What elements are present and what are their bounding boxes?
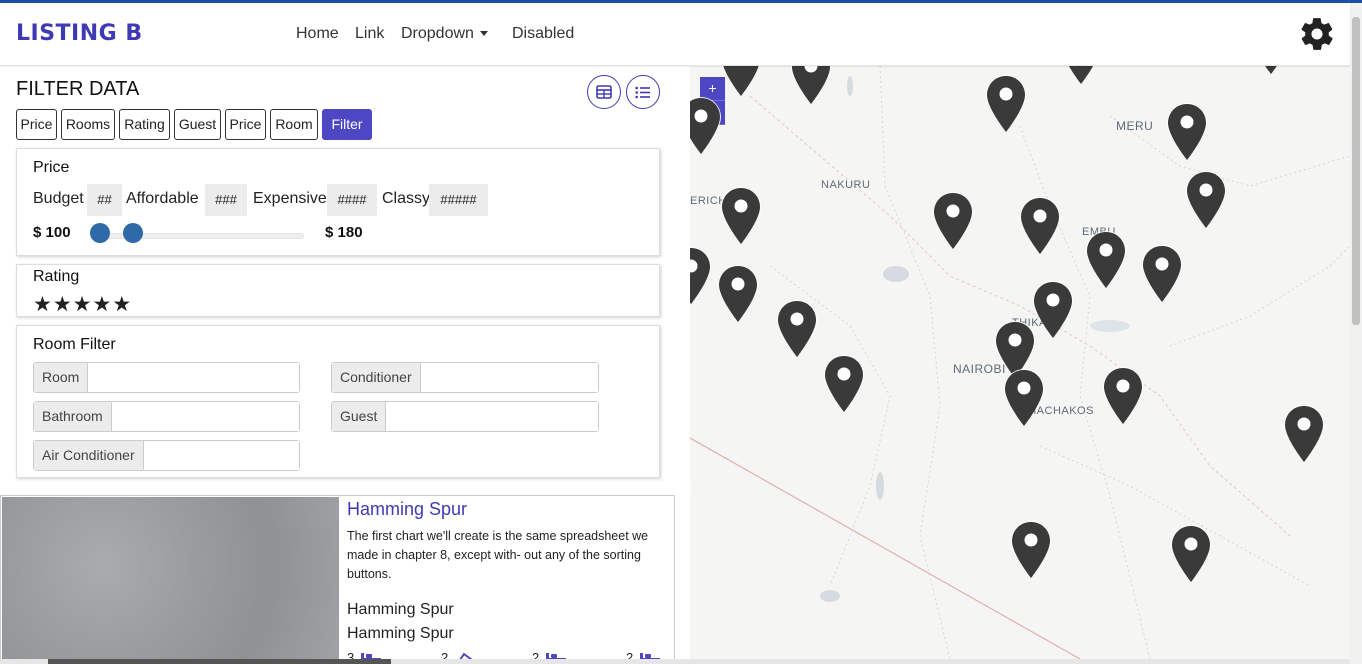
air-conditioner-input[interactable]	[143, 441, 299, 470]
bathroom-field-label: Bathroom	[34, 402, 112, 431]
air-conditioner-field: Air Conditioner	[33, 440, 300, 471]
guest-field: Guest	[331, 401, 599, 432]
nav-dropdown-label: Dropdown	[401, 25, 474, 42]
tab-rooms[interactable]: Rooms	[61, 109, 115, 140]
map-marker-icon[interactable]	[1185, 170, 1227, 230]
map-marker-icon[interactable]	[1102, 366, 1144, 426]
budget-label: Budget	[33, 190, 84, 207]
guest-input[interactable]	[386, 402, 598, 431]
room-filter-card: Room Filter Room Conditioner Bathroom Gu…	[16, 325, 660, 478]
conditioner-input[interactable]	[420, 363, 598, 392]
tab-rating[interactable]: Rating	[119, 109, 170, 140]
nav-dropdown[interactable]: Dropdown	[401, 25, 488, 43]
map-marker-icon[interactable]	[717, 264, 759, 324]
map-marker-icon[interactable]	[690, 96, 722, 156]
vertical-scrollbar[interactable]	[1350, 3, 1362, 664]
map-marker-icon[interactable]	[1019, 196, 1061, 256]
price-card-title: Price	[33, 159, 70, 176]
map-marker-icon[interactable]	[1060, 66, 1102, 86]
listing-card[interactable]: Hamming Spur The first chart we'll creat…	[0, 495, 675, 664]
star-icon[interactable]: ★	[112, 294, 131, 315]
list-icon	[635, 86, 650, 98]
nav-home[interactable]: Home	[296, 25, 339, 43]
expensive-code[interactable]: ####	[327, 184, 377, 216]
tab-guest[interactable]: Guest	[174, 109, 221, 140]
scrollbar-thumb[interactable]	[48, 659, 391, 664]
star-icon[interactable]: ★	[53, 294, 72, 315]
list-view-button[interactable]	[626, 75, 660, 109]
budget-code[interactable]: ##	[87, 184, 122, 216]
room-field-label: Room	[34, 363, 89, 392]
conditioner-field: Conditioner	[331, 362, 599, 393]
tab-filter[interactable]: Filter	[322, 109, 372, 140]
map-marker-icon[interactable]	[932, 191, 974, 251]
min-price: $ 100	[33, 224, 71, 241]
price-card: Price Budget ## Affordable ### Expensive…	[16, 148, 660, 256]
air-conditioner-field-label: Air Conditioner	[34, 441, 144, 470]
affordable-label: Affordable	[126, 190, 199, 207]
scrollbar-thumb[interactable]	[1352, 17, 1360, 325]
caret-down-icon	[479, 31, 488, 37]
map-marker-icon[interactable]	[720, 186, 762, 246]
min-price-handle[interactable]	[90, 223, 110, 243]
map-marker-icon[interactable]	[823, 354, 865, 414]
map-marker-icon[interactable]	[720, 66, 762, 98]
grid-view-button[interactable]	[587, 75, 621, 109]
tab-room[interactable]: Room	[270, 109, 318, 140]
map-marker-icon[interactable]	[1003, 368, 1045, 428]
listing-line-1: Hamming Spur	[347, 601, 454, 618]
star-icon[interactable]: ★	[33, 294, 52, 315]
gear-icon[interactable]	[1298, 15, 1336, 53]
map-marker-icon[interactable]	[690, 466, 692, 526]
map-marker-icon[interactable]	[1170, 524, 1212, 584]
map-marker-icon[interactable]	[1283, 404, 1325, 464]
room-field: Room	[33, 362, 300, 393]
brand-logo[interactable]: LISTING B	[16, 21, 143, 46]
filter-panel: FILTER DATA Price Rooms Rating Guest Pri…	[0, 66, 690, 664]
navbar: LISTING B Home Link Dropdown Disabled	[0, 3, 1350, 66]
map-marker-icon[interactable]	[790, 66, 832, 106]
map-marker-icon[interactable]	[1141, 244, 1183, 304]
map-marker-icon[interactable]	[690, 246, 712, 306]
conditioner-field-label: Conditioner	[332, 363, 421, 392]
star-icon[interactable]: ★	[92, 294, 111, 315]
affordable-code[interactable]: ###	[205, 184, 247, 216]
bathroom-field: Bathroom	[33, 401, 300, 432]
nav-disabled: Disabled	[512, 25, 575, 42]
rating-card: Rating ★ ★ ★ ★ ★	[16, 264, 660, 317]
map-view[interactable]: MERU NAKURU ERICHO EMBU THIKA NAIROBI MA…	[690, 66, 1350, 659]
bathroom-input[interactable]	[111, 402, 299, 431]
room-input[interactable]	[88, 363, 299, 392]
room-filter-title: Room Filter	[33, 336, 116, 353]
horizontal-scrollbar[interactable]	[0, 659, 1350, 664]
max-price-handle[interactable]	[123, 223, 143, 243]
filter-title: FILTER DATA	[16, 78, 140, 100]
expensive-label: Expensive	[253, 190, 327, 207]
map-marker-icon[interactable]	[1010, 520, 1052, 580]
tab-price-2[interactable]: Price	[225, 109, 266, 140]
max-price: $ 180	[325, 224, 363, 241]
listing-line-2: Hamming Spur	[347, 625, 454, 642]
map-label-meru: MERU	[1116, 119, 1154, 133]
star-icon[interactable]: ★	[73, 294, 92, 315]
rating-stars[interactable]: ★ ★ ★ ★ ★	[33, 294, 132, 315]
map-marker-icon[interactable]	[985, 74, 1027, 134]
map-marker-icon[interactable]	[1250, 66, 1292, 76]
map-marker-icon[interactable]	[1085, 230, 1127, 290]
listing-description: The first chart we'll create is the same…	[347, 529, 649, 581]
classy-code[interactable]: #####	[429, 184, 488, 216]
guest-field-label: Guest	[332, 402, 387, 431]
classy-label: Classy	[382, 190, 431, 207]
table-icon	[596, 85, 612, 99]
rating-card-title: Rating	[33, 268, 80, 285]
nav-link[interactable]: Link	[355, 25, 384, 43]
map-label-nakuru: NAKURU	[821, 179, 871, 191]
map-marker-icon[interactable]	[1166, 102, 1208, 162]
listing-image	[2, 497, 339, 664]
map-marker-icon[interactable]	[776, 299, 818, 359]
map-marker-icon[interactable]	[1032, 280, 1074, 340]
listing-title[interactable]: Hamming Spur	[347, 499, 467, 520]
tab-price[interactable]: Price	[16, 109, 57, 140]
